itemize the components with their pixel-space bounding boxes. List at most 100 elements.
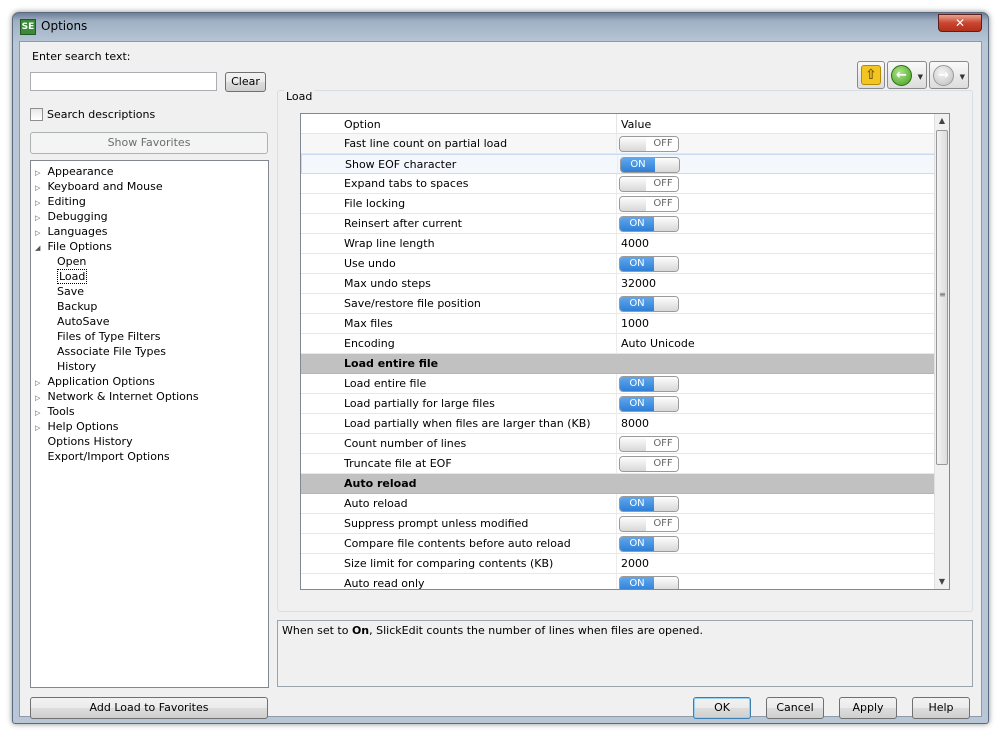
grid-row[interactable]: Fast line count on partial load OFF [301,134,935,154]
on-off-toggle[interactable]: OFF [619,176,679,192]
search-descriptions-checkbox[interactable] [30,108,43,121]
grid-row[interactable]: Max undo steps 32000 [301,274,935,294]
on-off-toggle[interactable]: ON [619,256,679,272]
tree-item[interactable]: Load [57,269,88,284]
on-off-toggle[interactable]: ON [619,496,679,512]
on-off-toggle[interactable]: OFF [619,136,679,152]
on-off-toggle[interactable]: OFF [619,196,679,212]
on-off-toggle[interactable]: ON [619,536,679,552]
option-value[interactable]: 2000 [621,557,649,570]
grid-row[interactable]: Load partially for large files ON [301,394,935,414]
grid-row[interactable]: Use undo ON [301,254,935,274]
scroll-down-icon[interactable]: ▼ [935,575,949,589]
cancel-button[interactable]: Cancel [766,697,824,719]
add-to-favorites-button[interactable]: Add Load to Favorites [30,697,268,719]
title-bar[interactable]: SE Options ✕ [13,13,988,41]
grid-row[interactable]: Show EOF character ON [301,154,935,175]
on-off-toggle[interactable]: OFF [619,516,679,532]
grid-row[interactable]: Encoding Auto Unicode [301,334,935,354]
column-separator [616,534,617,554]
tree-item[interactable]: ◢ File Options [35,239,112,254]
tree-item[interactable]: Export/Import Options [35,449,170,464]
help-button[interactable]: Help [912,697,970,719]
tree-item[interactable]: Associate File Types [57,344,166,359]
grid-row[interactable]: Auto read only ON [301,574,935,589]
grid-section-header[interactable]: Load entire file [301,354,935,374]
tree-item[interactable]: ▷ Network & Internet Options [35,389,199,404]
back-button[interactable]: ← ▼ [887,61,927,89]
on-off-toggle[interactable]: OFF [619,456,679,472]
forward-button[interactable]: → ▼ [929,61,969,89]
grid-row[interactable]: Size limit for comparing contents (KB) 20… [301,554,935,574]
apply-button[interactable]: Apply [839,697,897,719]
grid-row[interactable]: Expand tabs to spaces OFF [301,174,935,194]
column-separator [616,334,617,354]
clear-button[interactable]: Clear [225,72,266,92]
tree-item[interactable]: Options History [35,434,133,449]
grid-row[interactable]: Truncate file at EOF OFF [301,454,935,474]
grid-section-header[interactable]: Auto reload [301,474,935,494]
tree-item[interactable]: ▷ Debugging [35,209,108,224]
option-value[interactable]: Auto Unicode [621,337,695,350]
options-tree: ▷ Appearance ▷ Keyboard and Mouse ▷ Editin… [30,160,269,688]
tree-item[interactable]: ▷ Keyboard and Mouse [35,179,163,194]
grid-row[interactable]: File locking OFF [301,194,935,214]
grid-row[interactable]: Suppress prompt unless modified OFF [301,514,935,534]
chevron-down-icon[interactable]: ▼ [960,73,965,81]
toggle-knob [654,257,678,271]
tree-item[interactable]: Save [57,284,84,299]
tree-item[interactable]: History [57,359,96,374]
tree-item[interactable]: ▷ Tools [35,404,75,419]
option-value[interactable]: 4000 [621,237,649,250]
grid-row[interactable]: Load entire file ON [301,374,935,394]
on-off-toggle[interactable]: ON [619,376,679,392]
on-off-toggle[interactable]: ON [619,216,679,232]
column-header-option[interactable]: Option [344,118,381,131]
ok-button[interactable]: OK [693,697,751,719]
column-header-value[interactable]: Value [621,118,651,131]
grid-row[interactable]: Auto reload ON [301,494,935,514]
load-group-label: Load [284,90,315,103]
option-name: Load entire file [344,377,427,390]
toggle-knob [654,537,678,551]
on-off-toggle[interactable]: ON [619,576,679,589]
on-off-toggle[interactable]: ON [619,396,679,412]
chevron-down-icon[interactable]: ▼ [918,73,923,81]
grid-row[interactable]: Max files 1000 [301,314,935,334]
scroll-up-icon[interactable]: ▲ [935,114,949,128]
grid-row[interactable]: Load partially when files are larger tha… [301,414,935,434]
grid-row[interactable]: Save/restore file position ON [301,294,935,314]
option-value[interactable]: 1000 [621,317,649,330]
grid-row[interactable]: Reinsert after current ON [301,214,935,234]
tree-item[interactable]: Files of Type Filters [57,329,160,344]
option-name: Use undo [344,257,396,270]
tree-item[interactable]: ▷ Appearance [35,164,114,179]
column-separator [616,554,617,574]
option-value[interactable]: 8000 [621,417,649,430]
tree-item[interactable]: Backup [57,299,97,314]
on-off-toggle[interactable]: OFF [619,436,679,452]
grid-scrollbar[interactable]: ▲ ≡ ▼ [934,114,949,589]
options-grid: Option Value Fast line count on partial … [300,113,950,590]
tree-item[interactable]: ▷ Languages [35,224,108,239]
show-favorites-button[interactable]: Show Favorites [30,132,268,154]
tree-item[interactable]: Open [57,254,86,269]
grid-row[interactable]: Compare file contents before auto reload… [301,534,935,554]
option-name: Load entire file [344,357,439,370]
tree-item[interactable]: ▷ Editing [35,194,86,209]
on-off-toggle[interactable]: ON [620,157,680,173]
on-off-toggle[interactable]: ON [619,296,679,312]
description-bold: On [351,624,370,637]
search-input[interactable] [30,72,217,91]
tree-item[interactable]: ▷ Application Options [35,374,155,389]
scrollbar-thumb[interactable]: ≡ [936,130,948,465]
grid-row[interactable]: Count number of lines OFF [301,434,935,454]
up-button[interactable]: ⇧ [857,61,885,89]
close-button[interactable]: ✕ [938,14,982,32]
column-separator [616,434,617,454]
grid-row[interactable]: Wrap line length 4000 [301,234,935,254]
option-value[interactable]: 32000 [621,277,656,290]
collapse-arrow-icon[interactable]: ◢ [35,241,44,256]
tree-item[interactable]: ▷ Help Options [35,419,119,434]
tree-item[interactable]: AutoSave [57,314,110,329]
